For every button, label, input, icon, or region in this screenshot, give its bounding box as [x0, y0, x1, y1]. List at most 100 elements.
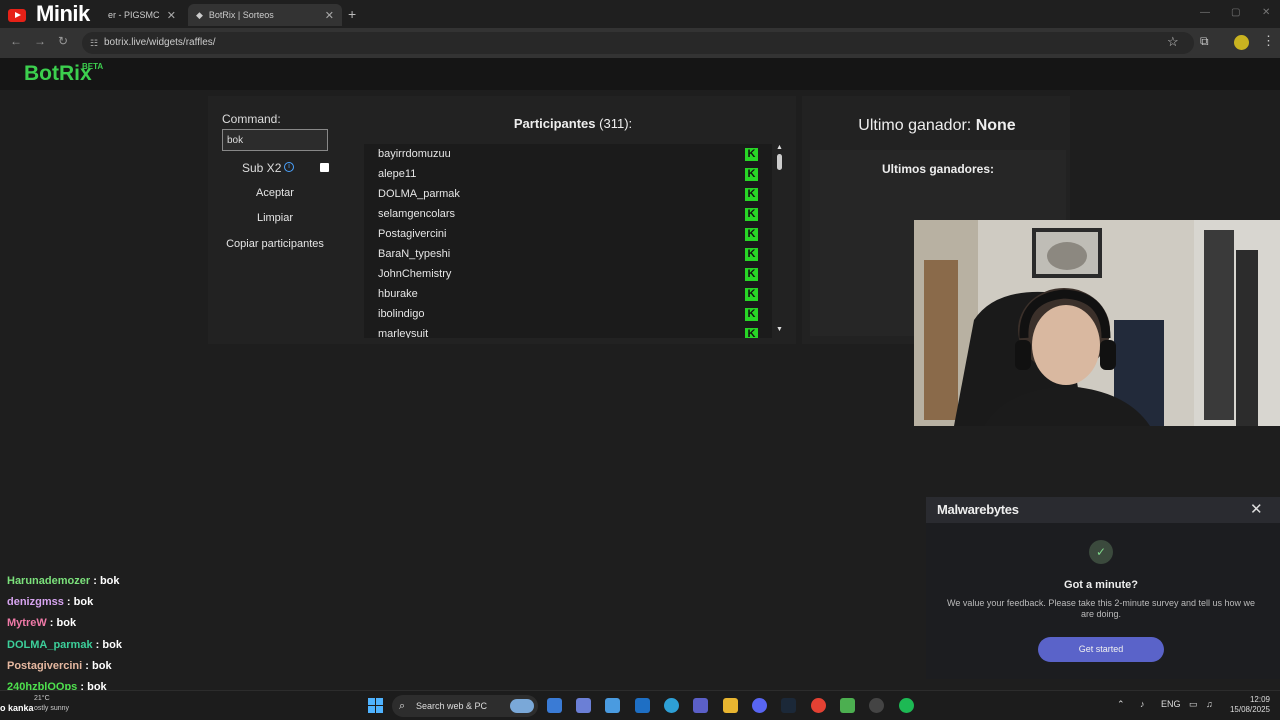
- steam-icon[interactable]: [781, 698, 796, 713]
- language-indicator[interactable]: ENG: [1161, 699, 1181, 709]
- last-winners-title: Ultimos ganadores:: [881, 162, 995, 176]
- edge-icon[interactable]: [664, 698, 679, 713]
- chat-separator: :: [93, 575, 97, 587]
- teams-icon[interactable]: [693, 698, 708, 713]
- clock[interactable]: 12:09 15/08/2025: [1228, 695, 1270, 715]
- mic-icon[interactable]: ♪: [1140, 699, 1145, 709]
- shield-check-icon: ✓: [1089, 540, 1113, 564]
- volume-icon[interactable]: ♫: [1206, 699, 1213, 709]
- scroll-down-icon[interactable]: ▼: [776, 326, 783, 333]
- address-bar-row: ← → ↻ ☷ botrix.live/widgets/raffles/ ☆ ⧉…: [0, 28, 1280, 58]
- last-winner-value: None: [975, 117, 1016, 134]
- kick-icon: K: [745, 268, 758, 281]
- minimize-icon[interactable]: —: [1200, 7, 1210, 18]
- spotify-icon[interactable]: [899, 698, 914, 713]
- participant-row: ibolindigo K: [364, 304, 772, 324]
- reload-icon[interactable]: ↻: [58, 34, 68, 48]
- scroll-thumb[interactable]: [777, 154, 782, 170]
- outlook-icon[interactable]: [635, 698, 650, 713]
- close-icon[interactable]: ✕: [1250, 500, 1263, 518]
- kick-icon: K: [745, 248, 758, 261]
- command-input[interactable]: [222, 129, 328, 151]
- start-icon[interactable]: [368, 698, 383, 713]
- profile-avatar[interactable]: [1234, 35, 1249, 50]
- chat-text: bok: [92, 659, 112, 672]
- extensions-icon[interactable]: ⧉: [1200, 34, 1209, 49]
- participant-name: BaraN_typeshi: [378, 248, 451, 260]
- participants-title: Participantes (311):: [364, 116, 782, 131]
- participant-name: marleysuit: [378, 328, 429, 338]
- webcam-feed-image: [914, 220, 1280, 426]
- chat-separator: :: [49, 617, 54, 630]
- taskbar-search[interactable]: ⌕ Search web & PC: [392, 695, 538, 717]
- app-icon[interactable]: [576, 698, 591, 713]
- participant-name: ibolindigo: [378, 308, 425, 320]
- stream-chat-overlay: Harunademozer : bok denizgmss : bok MytreW…: [7, 572, 122, 699]
- tab-pigsmc[interactable]: er - PIGSMC ✕: [0, 4, 184, 26]
- kick-icon: K: [745, 208, 758, 221]
- close-tab-icon[interactable]: ✕: [167, 9, 176, 22]
- close-tab-icon[interactable]: ✕: [325, 9, 334, 22]
- chat-text: bok: [73, 596, 94, 609]
- tab-botrix[interactable]: ◆ BotRix | Sorteos ✕: [188, 4, 342, 26]
- sub-x2-checkbox[interactable]: [320, 163, 329, 172]
- chat-separator: :: [66, 596, 71, 609]
- app-header: BotRix BETA: [0, 58, 1280, 90]
- weather-label[interactable]: o kanka: [0, 703, 34, 713]
- discord-icon[interactable]: [752, 698, 767, 713]
- get-started-button[interactable]: Get started: [1038, 637, 1164, 662]
- chat-separator: :: [85, 659, 89, 672]
- chat-username: denizgmss: [7, 596, 64, 609]
- participant-name: hburake: [378, 288, 418, 300]
- participant-name: DOLMA_parmak: [378, 188, 460, 200]
- tab-title: er - PIGSMC: [108, 10, 160, 20]
- participant-row: bayirrdomuzuu K: [364, 144, 772, 164]
- participant-row: BaraN_typeshi K: [364, 244, 772, 264]
- copy-participants-button[interactable]: Copiar participantes: [222, 234, 328, 254]
- new-tab-button[interactable]: +: [348, 6, 356, 22]
- accept-button[interactable]: Aceptar: [222, 183, 328, 203]
- store-icon[interactable]: [605, 698, 620, 713]
- chat-username: MytreW: [7, 617, 47, 630]
- close-window-icon[interactable]: ✕: [1262, 7, 1270, 18]
- chat-text: bok: [56, 617, 77, 630]
- minecraft-icon[interactable]: [840, 698, 855, 713]
- site-info-icon[interactable]: ☷: [90, 32, 98, 54]
- menu-icon[interactable]: ⋮: [1262, 33, 1275, 49]
- bookmark-star-icon[interactable]: ☆: [1167, 34, 1179, 50]
- participant-name: Postagivercini: [378, 228, 447, 240]
- chat-message: Harunademozer : bok: [7, 572, 122, 593]
- copilot-icon[interactable]: [547, 698, 562, 713]
- weather-temp: 21°C: [34, 695, 50, 702]
- participants-list[interactable]: bayirrdomuzuu Kalepe11 K DOLMA_parmak Kselam…: [364, 144, 772, 338]
- kick-icon: K: [745, 228, 758, 241]
- chat-text: bok: [99, 575, 120, 587]
- scroll-up-icon[interactable]: ▲: [776, 144, 783, 151]
- chrome-icon[interactable]: [811, 698, 826, 713]
- participant-row: marleysuit K: [364, 324, 772, 338]
- explorer-icon[interactable]: [723, 698, 738, 713]
- search-highlight-icon: [510, 699, 534, 713]
- url-field[interactable]: ☷ botrix.live/widgets/raffles/: [82, 32, 1194, 54]
- kick-icon: K: [745, 188, 758, 201]
- back-icon[interactable]: ←: [10, 34, 22, 48]
- browser-titlebar: er - PIGSMC ✕ Minik ◆ BotRix | Sorteos ✕…: [0, 0, 1280, 28]
- chat-message: DOLMA_parmak : bok: [7, 636, 122, 657]
- malwarebytes-popup: Malwarebytes ✕ ✓ Got a minute? We value …: [926, 497, 1280, 679]
- obs-icon[interactable]: [869, 698, 884, 713]
- clock-date: 15/08/2025: [1229, 705, 1270, 714]
- clock-time: 12:09: [1249, 695, 1270, 704]
- info-icon[interactable]: i: [284, 162, 294, 172]
- tray-chevron-icon[interactable]: ⌃: [1117, 699, 1125, 710]
- network-icon[interactable]: ▭: [1189, 699, 1198, 710]
- chat-username: Postagivercini: [7, 659, 83, 672]
- maximize-icon[interactable]: ▢: [1231, 7, 1240, 18]
- participants-scrollbar[interactable]: ▲ ▼: [776, 144, 784, 338]
- botrix-tab-icon: ◆: [196, 9, 203, 20]
- clear-button[interactable]: Limpiar: [222, 208, 328, 228]
- popup-question: Got a minute?: [1064, 579, 1138, 591]
- forward-icon[interactable]: →: [34, 34, 46, 48]
- participants-label: Participantes: [513, 116, 596, 131]
- chat-text: bok: [102, 638, 122, 651]
- kick-icon: K: [745, 148, 758, 161]
